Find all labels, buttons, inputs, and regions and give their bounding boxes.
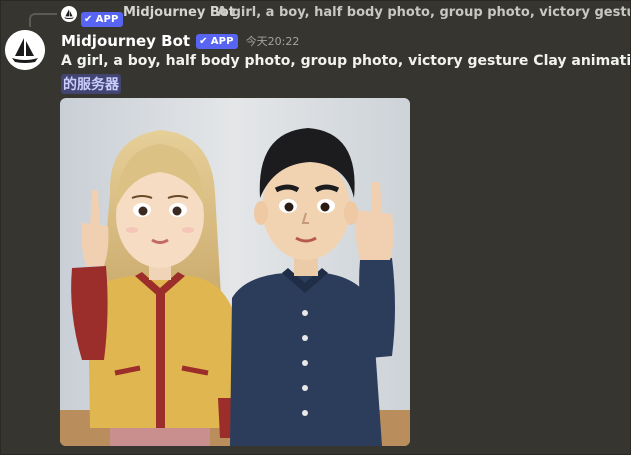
- reply-reference[interactable]: ✔ APP Midjourney Bot A girl, a boy, half…: [1, 1, 630, 27]
- reply-avatar[interactable]: [61, 6, 77, 22]
- reply-preview-text[interactable]: A girl, a boy, half body photo, group ph…: [217, 5, 630, 20]
- message-pane: ✔ APP Midjourney Bot A girl, a boy, half…: [0, 0, 631, 455]
- reply-spine: [29, 13, 57, 27]
- app-badge: ✔ APP: [196, 33, 238, 49]
- midjourney-boat-icon: [64, 9, 74, 19]
- check-icon: ✔: [199, 35, 208, 47]
- message-header: Midjourney Bot ✔ APP 今天20:22: [61, 30, 299, 52]
- reply-app-badge-label: APP: [95, 14, 119, 25]
- app-badge-label: APP: [210, 35, 234, 47]
- avatar[interactable]: [5, 30, 45, 70]
- midjourney-boat-icon: [5, 30, 45, 70]
- clay-figurines-image: [60, 98, 410, 446]
- message-content: A girl, a boy, half body photo, group ph…: [61, 53, 631, 69]
- server-mention[interactable]: 的服务器: [61, 74, 121, 94]
- timestamp[interactable]: 今天20:22: [246, 33, 300, 49]
- reply-app-badge: ✔ APP: [81, 12, 123, 27]
- author-name[interactable]: Midjourney Bot: [61, 32, 190, 50]
- check-icon: ✔: [84, 14, 93, 25]
- image-attachment[interactable]: [60, 98, 410, 446]
